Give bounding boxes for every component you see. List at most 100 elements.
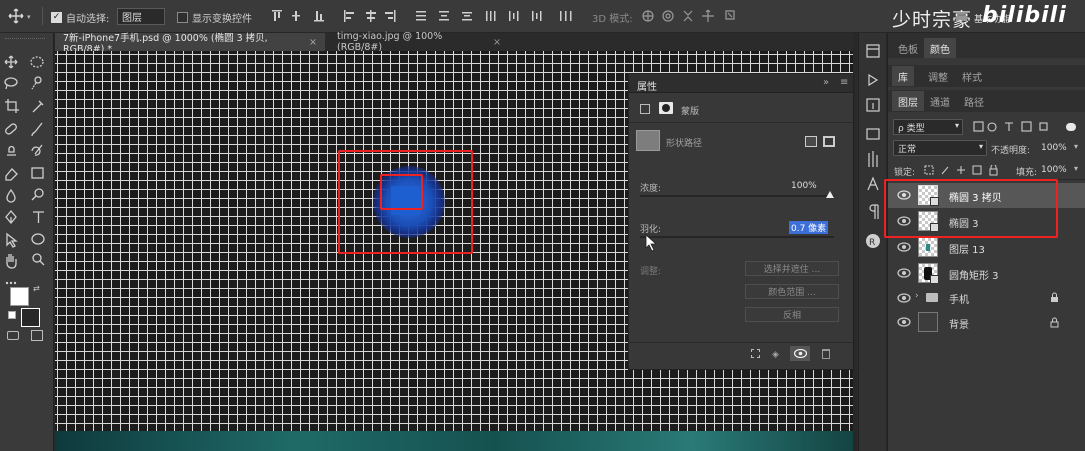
path-selection-icon[interactable]: [6, 232, 18, 248]
layer-row[interactable]: 背景: [888, 310, 1085, 335]
3d-mode-icons[interactable]: [640, 8, 745, 24]
libraries-panel-icon[interactable]: [866, 128, 880, 140]
visibility-eye-icon[interactable]: [897, 241, 911, 253]
foreground-color-swatch[interactable]: [10, 287, 29, 306]
align-distribute-icons[interactable]: [270, 9, 600, 23]
delete-mask-icon[interactable]: [822, 349, 830, 359]
dodge-icon[interactable]: [31, 188, 44, 201]
auto-select-target-value: 图层: [122, 13, 142, 24]
visibility-eye-icon[interactable]: [897, 292, 911, 304]
move-tool-icon[interactable]: [8, 8, 24, 24]
panel-menu-icon[interactable]: ≡: [840, 77, 848, 88]
tab-layers[interactable]: 图层: [892, 91, 924, 111]
layer-group-row[interactable]: › 手机: [888, 287, 1085, 309]
collapse-panel-icon[interactable]: »: [823, 77, 829, 88]
screen-mode-icon[interactable]: [31, 330, 43, 341]
feather-value-field[interactable]: 0.7 像素: [789, 221, 829, 234]
tool-preset-chevron-icon[interactable]: ▾: [27, 13, 31, 21]
tab-color[interactable]: 颜色: [924, 38, 956, 58]
select-mask-icon[interactable]: [805, 136, 817, 147]
select-and-mask-button[interactable]: 选择并遮住 ...: [745, 261, 839, 276]
blend-mode-dropdown[interactable]: 正常 ▾: [893, 140, 987, 156]
tab-adjustments[interactable]: 调整: [922, 66, 954, 86]
tools-panel: ⇄: [0, 33, 54, 451]
pen-icon[interactable]: [5, 209, 17, 225]
quick-selection-icon[interactable]: [31, 76, 42, 90]
tab-paths[interactable]: 路径: [958, 91, 990, 111]
elliptical-marquee-icon[interactable]: [30, 56, 44, 68]
opacity-value[interactable]: 100%: [1041, 143, 1067, 153]
character-panel-icon[interactable]: [867, 176, 879, 191]
shape-layer-badge-icon: [930, 275, 939, 284]
layer-row[interactable]: 图层 13: [888, 235, 1085, 260]
gradient-icon[interactable]: [31, 167, 44, 179]
visibility-eye-icon[interactable]: [897, 267, 911, 279]
type-icon[interactable]: [33, 211, 44, 223]
crop-icon[interactable]: [5, 99, 19, 113]
apply-mask-small-icon[interactable]: ◈: [772, 350, 779, 360]
history-brush-icon[interactable]: [31, 144, 43, 156]
info-panel-icon[interactable]: [866, 98, 880, 112]
history-panel-icon[interactable]: [866, 44, 880, 58]
swatches-color-tabs: 色板 颜色: [888, 33, 1085, 58]
quick-mask-icon[interactable]: [7, 331, 19, 340]
actions-panel-icon[interactable]: [868, 73, 879, 87]
show-transform-checkbox[interactable]: 显示变换控件: [177, 9, 252, 25]
layer-row[interactable]: 圆角矩形 3: [888, 261, 1085, 286]
layer-name: 背景: [949, 320, 969, 331]
apply-mask-icon[interactable]: [823, 136, 835, 147]
document-tab-active[interactable]: 7新-iPhone7手机.psd @ 1000% (椭圆 3 拷贝, RGB/8…: [55, 33, 325, 55]
visibility-eye-icon[interactable]: [897, 316, 911, 328]
tab-styles[interactable]: 样式: [956, 66, 988, 86]
right-panels: 色板 颜色 库 调整 样式 图层 通道 路径 ρ 类型 ▾ 正常 ▾ 不透明度:…: [887, 33, 1085, 451]
fill-chevron-icon[interactable]: ▾: [1074, 164, 1078, 173]
clone-stamp-icon[interactable]: [7, 145, 16, 156]
lock-option-icons[interactable]: [924, 165, 1004, 177]
hand-icon[interactable]: [6, 254, 17, 269]
paragraph-panel-icon[interactable]: [869, 204, 879, 219]
auto-select-checkbox[interactable]: ✓ 自动选择:: [51, 9, 109, 25]
density-label: 浓度:: [640, 184, 662, 194]
fill-value[interactable]: 100%: [1041, 165, 1067, 175]
close-tab-icon[interactable]: ×: [309, 37, 317, 48]
toggle-mask-visibility-icon[interactable]: [790, 346, 810, 361]
density-slider-handle[interactable]: [826, 191, 834, 198]
auto-select-target-dropdown[interactable]: 图层: [117, 8, 165, 25]
eyedropper-icon[interactable]: [32, 100, 44, 113]
move-tool-icon[interactable]: [4, 55, 18, 69]
density-slider-track[interactable]: [640, 195, 834, 197]
lasso-icon[interactable]: [4, 77, 18, 90]
tab-libraries[interactable]: 库: [892, 66, 914, 86]
opacity-chevron-icon[interactable]: ▾: [1074, 142, 1078, 151]
invert-button[interactable]: 反相: [745, 307, 839, 322]
eraser-icon[interactable]: [5, 168, 18, 181]
feather-slider-track[interactable]: [640, 236, 834, 238]
brush-icon[interactable]: [31, 122, 43, 137]
tab-swatches[interactable]: 色板: [892, 38, 924, 58]
color-range-button[interactable]: 颜色范围 ...: [745, 284, 839, 299]
ellipse-shape-icon[interactable]: [31, 233, 45, 245]
background-color-swatch[interactable]: [21, 308, 40, 327]
healing-brush-icon[interactable]: [4, 123, 17, 135]
feather-slider-handle[interactable]: [644, 234, 660, 252]
auto-select-label: 自动选择:: [66, 13, 110, 25]
zoom-icon[interactable]: [32, 253, 45, 266]
swap-colors-icon[interactable]: ⇄: [33, 284, 40, 293]
document-tab[interactable]: timg-xiao.jpg @ 100%(RGB/8#) ×: [329, 31, 509, 53]
checkbox-icon: [177, 11, 188, 23]
tab-channels[interactable]: 通道: [924, 91, 956, 111]
properties-title: 属性: [637, 82, 657, 93]
density-value[interactable]: 100%: [791, 181, 817, 191]
toolbar-grip[interactable]: [5, 38, 45, 40]
mask-properties-icon[interactable]: [659, 102, 673, 114]
load-selection-icon[interactable]: [751, 349, 760, 358]
shape-properties-icon[interactable]: [640, 104, 650, 114]
adjustments-panel-icon[interactable]: [868, 151, 878, 167]
blur-icon[interactable]: [6, 188, 16, 203]
default-colors-icon[interactable]: [8, 311, 16, 319]
layer-filter-dropdown[interactable]: ρ 类型 ▾: [893, 119, 963, 135]
layer-filter-icons[interactable]: [972, 121, 1082, 133]
close-tab-icon[interactable]: ×: [493, 37, 501, 48]
group-expand-chevron-icon[interactable]: ›: [915, 291, 919, 301]
more-tools-icon[interactable]: [5, 281, 17, 285]
